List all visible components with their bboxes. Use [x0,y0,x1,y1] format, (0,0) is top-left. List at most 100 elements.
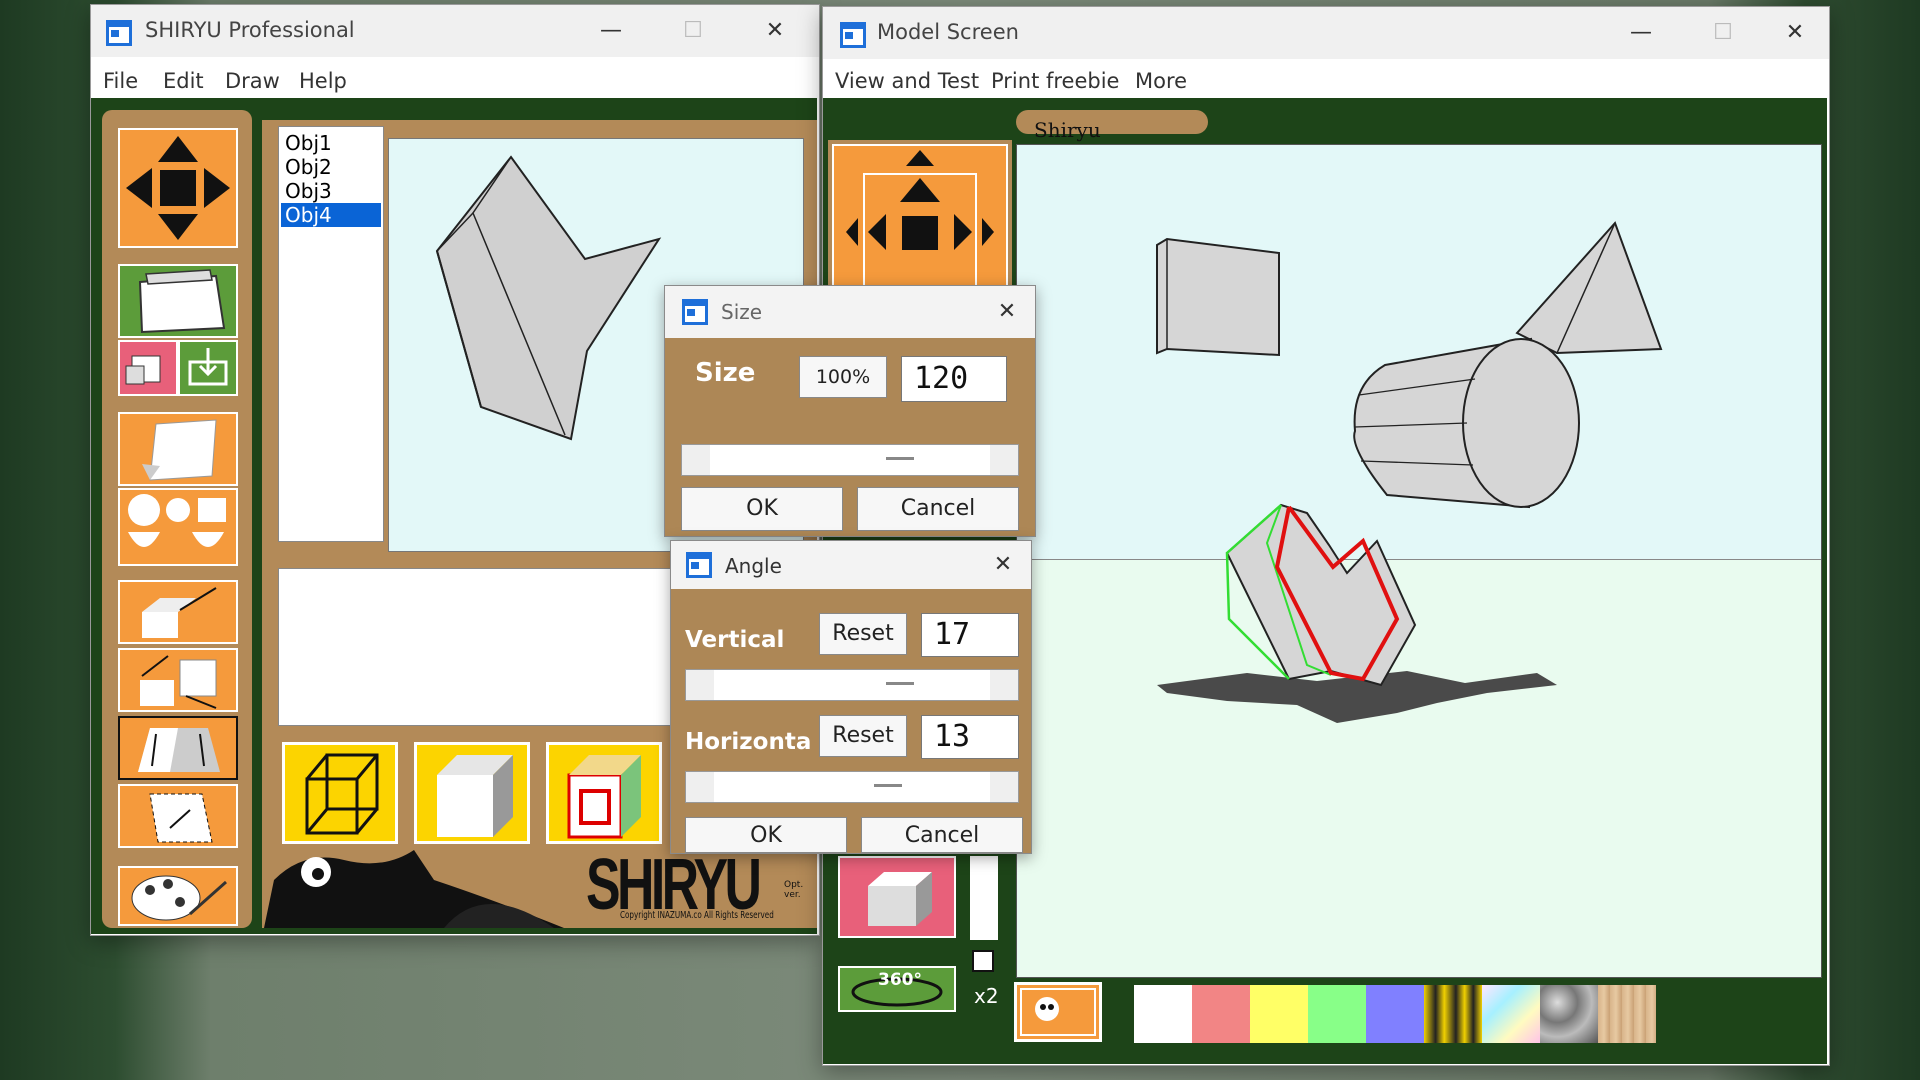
menu-print-freebie[interactable]: Print freebie [991,69,1119,93]
object-list-item[interactable]: Obj3 [285,179,332,203]
maximize-icon[interactable]: ☐ [1703,15,1743,51]
copyright-text: Copyright INAZUMA.co All Rights Reserved [620,910,774,921]
menu-view-and-test[interactable]: View and Test [835,69,979,93]
texture-button[interactable] [546,742,662,844]
horizontal-angle-slider[interactable] [685,771,1019,803]
solid-button[interactable] [414,742,530,844]
size-dialog-titlebar[interactable]: Size ✕ [665,286,1035,338]
app-icon [681,298,709,326]
menu-help[interactable]: Help [299,69,347,93]
size-slider-thumb[interactable] [886,457,914,460]
vertical-reset-button[interactable]: Reset [819,613,907,655]
slider-right-arrow[interactable] [990,445,1018,475]
resize-icon [140,655,217,709]
color-swatch-yellow[interactable] [1250,985,1308,1043]
sheet-icon [142,419,217,481]
menu-draw[interactable]: Draw [225,69,280,93]
rotate-360-button[interactable]: 360° [838,966,956,1012]
size-label: Size [695,358,756,388]
menu-file[interactable]: File [103,69,138,93]
texture-cube-icon [567,755,641,839]
size-value-input[interactable]: 120 [901,356,1007,402]
angle-dialog-titlebar[interactable]: Angle ✕ [671,541,1031,589]
menu-edit[interactable]: Edit [163,69,204,93]
object-notes-panel[interactable] [278,568,680,726]
scale-box-button[interactable] [118,580,238,644]
paint-button[interactable] [118,866,238,926]
perspective-button[interactable] [118,716,238,780]
new-page-icon [125,355,161,385]
zoom-label: x2 [974,984,999,1008]
model-lower-tool[interactable] [838,856,956,938]
vertical-slider-thumb[interactable] [886,682,914,685]
app-icon [105,19,133,47]
horizontal-reset-button[interactable]: Reset [819,715,907,757]
object-list-item[interactable]: Obj1 [285,131,332,155]
open-folder-button[interactable] [118,264,238,338]
vertical-angle-slider[interactable] [685,669,1019,701]
sheet-button[interactable] [118,412,238,486]
size-slider[interactable] [681,444,1019,476]
menu-more[interactable]: More [1135,69,1187,93]
close-icon[interactable]: ✕ [983,547,1023,583]
horizontal-slider-thumb[interactable] [874,784,902,787]
horizontal-label: Horizonta [685,729,812,755]
new-file-button[interactable] [118,340,178,396]
primitive-shapes-icon [128,494,226,547]
move-arrows-button[interactable] [118,128,238,248]
slider-right-arrow[interactable] [990,772,1018,802]
angle-ok-button[interactable]: OK [685,817,847,853]
size-cancel-button[interactable]: Cancel [857,487,1019,531]
shapes-button[interactable] [118,488,238,566]
angle-cancel-button[interactable]: Cancel [861,817,1023,853]
color-swatch-blue[interactable] [1366,985,1424,1043]
object-list-item-selected[interactable]: Obj4 [281,203,381,227]
slider-left-arrow[interactable] [686,670,714,700]
slider-right-arrow[interactable] [990,670,1018,700]
resize-button[interactable] [118,648,238,712]
wireframe-button[interactable] [282,742,398,844]
main-titlebar[interactable]: SHIRYU Professional — ☐ ✕ [91,5,819,57]
model-viewport[interactable] [1016,144,1822,978]
paint-palette-icon [131,875,227,921]
minimize-icon[interactable]: — [591,13,631,49]
size-100-percent-button[interactable]: 100% [799,356,887,398]
shear-button[interactable] [118,784,238,848]
texture-swatch-flame[interactable] [1424,985,1482,1043]
view-move-button[interactable] [832,144,1008,295]
size-dialog-title: Size [721,300,763,324]
close-icon[interactable]: ✕ [755,13,795,49]
maximize-icon[interactable]: ☐ [673,13,713,49]
texture-swatch-wood[interactable] [1598,985,1656,1043]
view-checkbox[interactable] [972,950,994,972]
shear-icon [149,793,213,843]
object-list[interactable]: Obj1 Obj2 Obj3 Obj4 [278,126,384,542]
slider-left-arrow[interactable] [682,445,710,475]
main-menubar: File Edit Draw Help [91,61,819,103]
color-swatch-green[interactable] [1308,985,1366,1043]
model-scrollbar[interactable] [970,856,998,940]
main-window-title: SHIRYU Professional [145,18,355,42]
scale-box-icon [142,587,217,638]
model-titlebar[interactable]: Model Screen — ☐ ✕ [823,7,1829,59]
model-window-title: Model Screen [877,20,1019,44]
close-icon[interactable]: ✕ [1775,15,1815,51]
model-menubar: View and Test Print freebie More [823,61,1829,103]
texture-swatch-pastel[interactable] [1482,985,1540,1043]
color-swatch-red[interactable] [1192,985,1250,1043]
size-ok-button[interactable]: OK [681,487,843,531]
object-list-item[interactable]: Obj2 [285,155,332,179]
photo-icon [1020,988,1096,1036]
photo-button[interactable] [1014,982,1102,1042]
horizontal-angle-input[interactable]: 13 [921,715,1019,759]
close-icon[interactable]: ✕ [987,294,1027,330]
slider-left-arrow[interactable] [686,772,714,802]
wireframe-cube-icon [305,753,379,835]
save-button[interactable] [178,340,238,396]
folder-icon [138,269,226,334]
texture-swatch-stone[interactable] [1540,985,1598,1043]
color-swatch-white[interactable] [1134,985,1192,1043]
angle-dialog-title: Angle [725,554,782,578]
minimize-icon[interactable]: — [1621,15,1661,51]
vertical-angle-input[interactable]: 17 [921,613,1019,657]
